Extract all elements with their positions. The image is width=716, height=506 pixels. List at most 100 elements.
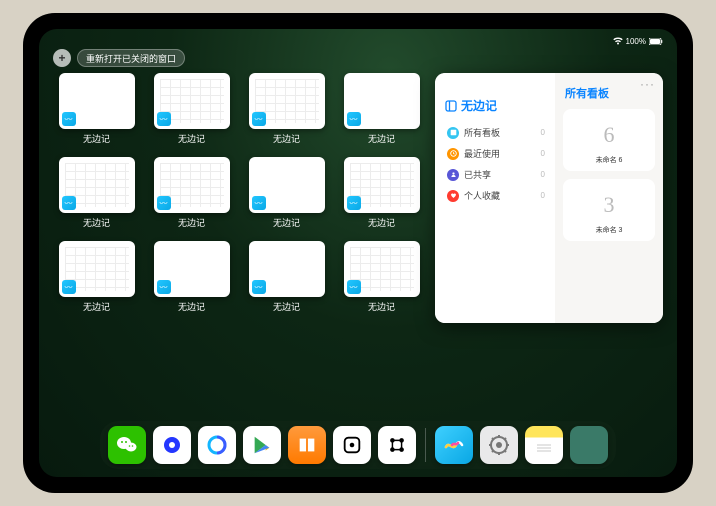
window-label: 无边记 bbox=[368, 132, 395, 145]
board-thumb: 6 bbox=[584, 115, 634, 155]
top-controls: + 重新打开已关闭的窗口 bbox=[53, 49, 185, 67]
window-label: 无边记 bbox=[178, 216, 205, 229]
window-card bbox=[344, 73, 420, 129]
window-thumb[interactable]: 无边记 bbox=[53, 157, 140, 231]
reopen-closed-window-button[interactable]: 重新打开已关闭的窗口 bbox=[77, 49, 185, 67]
stage-manager-workspace: 无边记 无边记 无边记 无边记 无边记 无边记 无边记 无边记 无边记 无边记 bbox=[53, 73, 663, 417]
panel-title: 无边记 bbox=[445, 97, 547, 114]
window-thumb[interactable]: 无边记 bbox=[338, 73, 425, 147]
dock-app-google-play[interactable] bbox=[243, 426, 281, 464]
board-thumb: 3 bbox=[584, 185, 634, 225]
dock bbox=[100, 421, 616, 469]
window-card bbox=[344, 241, 420, 297]
more-button[interactable]: ··· bbox=[640, 77, 655, 91]
window-card bbox=[249, 241, 325, 297]
freeform-icon bbox=[347, 112, 361, 126]
dock-app-wechat[interactable] bbox=[108, 426, 146, 464]
sidebar-item-label: 已共享 bbox=[464, 168, 491, 181]
board-card[interactable]: 6 未命名 6 bbox=[563, 109, 655, 171]
window-thumb[interactable]: 无边记 bbox=[148, 157, 235, 231]
reopen-label: 重新打开已关闭的窗口 bbox=[86, 52, 176, 65]
freeform-icon bbox=[157, 112, 171, 126]
dock-app-qq-browser[interactable] bbox=[198, 426, 236, 464]
window-thumb[interactable]: 无边记 bbox=[338, 241, 425, 315]
sidebar-item-label: 所有看板 bbox=[464, 126, 500, 139]
screen: 100% + 重新打开已关闭的窗口 无边记 无边记 无边记 无边记 bbox=[39, 29, 677, 477]
sidebar-toggle-icon[interactable] bbox=[445, 100, 457, 112]
window-card bbox=[59, 241, 135, 297]
window-card bbox=[249, 73, 325, 129]
window-thumb[interactable]: 无边记 bbox=[243, 241, 330, 315]
dock-separator bbox=[425, 428, 426, 462]
window-label: 无边记 bbox=[83, 300, 110, 313]
window-card bbox=[154, 241, 230, 297]
plus-icon: + bbox=[58, 51, 65, 65]
window-label: 无边记 bbox=[368, 300, 395, 313]
new-window-button[interactable]: + bbox=[53, 49, 71, 67]
panel-content: 所有看板 6 未命名 6 3 未命名 3 bbox=[555, 73, 663, 323]
window-card bbox=[154, 157, 230, 213]
dock-app-connect-app[interactable] bbox=[378, 426, 416, 464]
sidebar-item[interactable]: 所有看板 0 bbox=[445, 122, 547, 143]
freeform-icon bbox=[62, 112, 76, 126]
dock-app-app-library[interactable] bbox=[570, 426, 608, 464]
board-card[interactable]: 3 未命名 3 bbox=[563, 179, 655, 241]
sidebar-item-count: 0 bbox=[541, 128, 545, 137]
fav-icon bbox=[447, 190, 459, 202]
all-icon bbox=[447, 127, 459, 139]
recent-icon bbox=[447, 148, 459, 160]
window-label: 无边记 bbox=[178, 300, 205, 313]
window-thumb[interactable]: 无边记 bbox=[338, 157, 425, 231]
dock-app-freeform[interactable] bbox=[435, 426, 473, 464]
window-label: 无边记 bbox=[273, 132, 300, 145]
panel-title-text: 无边记 bbox=[461, 97, 497, 114]
ipad-frame: 100% + 重新打开已关闭的窗口 无边记 无边记 无边记 无边记 bbox=[23, 13, 693, 493]
freeform-icon bbox=[62, 196, 76, 210]
dock-app-quark[interactable] bbox=[153, 426, 191, 464]
sidebar-item[interactable]: 最近使用 0 bbox=[445, 143, 547, 164]
window-label: 无边记 bbox=[273, 216, 300, 229]
freeform-icon bbox=[347, 196, 361, 210]
battery-pct: 100% bbox=[626, 37, 646, 46]
sidebar-item-label: 个人收藏 bbox=[464, 189, 500, 202]
freeform-icon bbox=[157, 196, 171, 210]
freeform-icon bbox=[252, 196, 266, 210]
window-thumb[interactable]: 无边记 bbox=[148, 73, 235, 147]
freeform-panel[interactable]: ··· 无边记 所有看板 0 最近使用 0 已共享 0 个人收藏 0 所有看板 … bbox=[435, 73, 663, 323]
sidebar-item-label: 最近使用 bbox=[464, 147, 500, 160]
sidebar-item-count: 0 bbox=[541, 191, 545, 200]
sidebar-item[interactable]: 已共享 0 bbox=[445, 164, 547, 185]
window-card bbox=[59, 157, 135, 213]
boards-list: 6 未命名 6 3 未命名 3 bbox=[563, 109, 655, 241]
window-label: 无边记 bbox=[83, 216, 110, 229]
dock-app-settings[interactable] bbox=[480, 426, 518, 464]
window-thumb[interactable]: 无边记 bbox=[53, 241, 140, 315]
window-thumb[interactable]: 无边记 bbox=[243, 73, 330, 147]
board-name: 未命名 3 bbox=[596, 225, 623, 235]
freeform-icon bbox=[252, 280, 266, 294]
freeform-icon bbox=[252, 112, 266, 126]
freeform-icon bbox=[157, 280, 171, 294]
window-label: 无边记 bbox=[83, 132, 110, 145]
window-card bbox=[249, 157, 325, 213]
sidebar-list: 所有看板 0 最近使用 0 已共享 0 个人收藏 0 bbox=[445, 122, 547, 206]
window-card bbox=[344, 157, 420, 213]
sidebar-item-count: 0 bbox=[541, 149, 545, 158]
sidebar-item[interactable]: 个人收藏 0 bbox=[445, 185, 547, 206]
window-thumb[interactable]: 无边记 bbox=[243, 157, 330, 231]
dock-app-notes[interactable] bbox=[525, 426, 563, 464]
panel-sidebar: 无边记 所有看板 0 最近使用 0 已共享 0 个人收藏 0 bbox=[435, 73, 555, 323]
sidebar-item-count: 0 bbox=[541, 170, 545, 179]
freeform-icon bbox=[347, 280, 361, 294]
window-label: 无边记 bbox=[273, 300, 300, 313]
shared-icon bbox=[447, 169, 459, 181]
window-thumb[interactable]: 无边记 bbox=[53, 73, 140, 147]
window-card bbox=[154, 73, 230, 129]
windows-grid: 无边记 无边记 无边记 无边记 无边记 无边记 无边记 无边记 无边记 无边记 bbox=[53, 73, 425, 417]
window-card bbox=[59, 73, 135, 129]
freeform-icon bbox=[62, 280, 76, 294]
dock-app-dice-app[interactable] bbox=[333, 426, 371, 464]
window-thumb[interactable]: 无边记 bbox=[148, 241, 235, 315]
dock-app-books[interactable] bbox=[288, 426, 326, 464]
window-label: 无边记 bbox=[368, 216, 395, 229]
